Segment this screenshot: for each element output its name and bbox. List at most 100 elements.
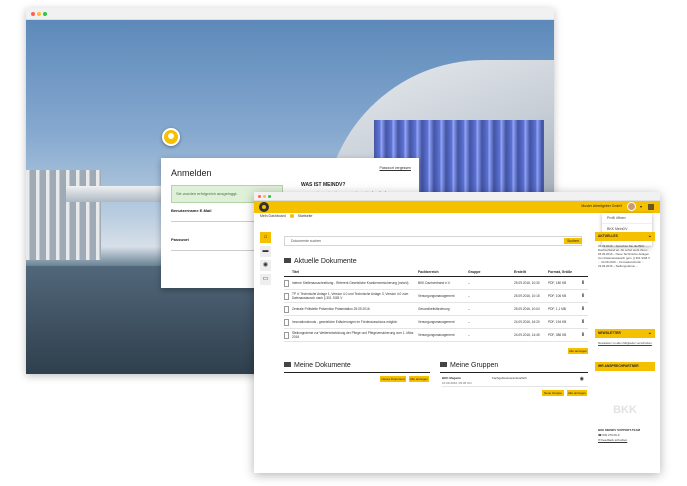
sidebar-title: IHR ANSPRECHPARTNER xyxy=(598,364,639,368)
download-icon[interactable]: ⬇ xyxy=(578,332,588,338)
table-row[interactable]: Interne Stellenausschreibung - Referent … xyxy=(284,277,588,290)
username-label: Benutzername E-Mail xyxy=(171,208,212,213)
apps-grid-icon[interactable] xyxy=(648,204,654,210)
aktuelle-dokumente-heading: Aktuelle Dokumente xyxy=(284,258,357,265)
download-icon[interactable]: ⬇ xyxy=(578,319,588,325)
close-dot[interactable] xyxy=(258,195,261,198)
column-header[interactable]: Erstellt xyxy=(514,270,548,276)
phone-number: 030 270 06-0 xyxy=(602,433,620,437)
building-left xyxy=(26,170,101,260)
new-document-button[interactable]: Neues Dokument xyxy=(380,376,406,382)
meine-dokumente-heading: Meine Dokumente xyxy=(284,362,351,369)
meine-gruppen-panel xyxy=(440,372,588,373)
sidebar-title: AKTUELLES xyxy=(598,234,618,238)
logo-icon[interactable] xyxy=(259,202,269,212)
chat-icon[interactable]: ▭ xyxy=(260,274,271,285)
newsletter-link[interactable]: Newsletter zu allen Mitglieder verschick… xyxy=(595,338,655,362)
download-icon[interactable]: ⬇ xyxy=(578,306,588,312)
close-dot[interactable] xyxy=(31,12,35,16)
window-chrome xyxy=(254,192,660,201)
group-meta: 10.09.2016, 09:45 Uhr xyxy=(442,381,472,385)
chevron-down-icon[interactable]: ⌄ xyxy=(648,329,652,338)
top-bar: Muster Arbeitgeber GmbH ▾ xyxy=(254,201,660,213)
table-row[interactable]: Zentrale Prüfstelle Prävention Präsentat… xyxy=(284,303,588,316)
search-button[interactable]: Suchen xyxy=(564,238,582,244)
newsletter-header[interactable]: NEWSLETTER ⌄ xyxy=(595,329,655,338)
eye-icon[interactable]: ◉ xyxy=(580,376,584,382)
doc-format: PDF, 180 KB xyxy=(548,281,567,285)
column-header[interactable]: Fachbereich xyxy=(418,270,468,276)
dashboard-window: Muster Arbeitgeber GmbH ▾ Mein Dashboard… xyxy=(254,192,660,473)
document-icon xyxy=(284,331,289,339)
column-header[interactable]: Titel xyxy=(292,270,418,276)
chevron-down-icon[interactable]: ▾ xyxy=(640,204,642,209)
doc-group: – xyxy=(468,294,470,298)
folder-icon[interactable]: ▬ xyxy=(260,246,271,257)
user-avatar[interactable] xyxy=(627,202,636,211)
breadcrumb-separator-icon xyxy=(289,214,294,219)
download-icon[interactable]: ⬇ xyxy=(578,293,588,299)
doc-group: – xyxy=(468,333,470,337)
group-status: Fachgebietsverantwortlich xyxy=(492,376,527,380)
doc-category: Versorgungsmanagement xyxy=(418,333,455,337)
doc-title[interactable]: Interne Stellenausschreibung - Referent … xyxy=(292,281,418,285)
meine-dokumente-panel xyxy=(284,372,430,373)
breadcrumb: Mein Dashboard Startseite xyxy=(260,214,313,219)
minimize-dot[interactable] xyxy=(263,195,266,198)
doc-date: 25.09.2016, 10:15 xyxy=(514,294,540,298)
breadcrumb-item[interactable]: Startseite xyxy=(298,214,313,218)
maximize-dot[interactable] xyxy=(43,12,47,16)
column-header[interactable]: Format, Größe xyxy=(548,270,578,276)
left-nav: ⌂ ▬ ◉ ▭ xyxy=(260,232,271,288)
group-row[interactable]: BKK Magazin 10.09.2016, 09:45 Uhr Fachge… xyxy=(442,375,588,387)
document-icon xyxy=(284,292,289,300)
group-name[interactable]: BKK Magazin xyxy=(442,376,461,380)
doc-date: 24.09.2016, 16:20 xyxy=(514,320,540,324)
doc-date: 24.09.2016, 14:45 xyxy=(514,333,540,337)
user-avatar-icon xyxy=(162,128,180,146)
login-title: Anmelden xyxy=(171,168,212,178)
sidebar-title: NEWSLETTER xyxy=(598,331,621,335)
table-row[interactable]: TP 4: Technische Anlage 1, Version 4.0 u… xyxy=(284,290,588,303)
info-heading: WAS IST MEINDV? xyxy=(301,182,346,188)
company-name[interactable]: Muster Arbeitgeber GmbH xyxy=(581,204,622,208)
doc-title[interactable]: TP 4: Technische Anlage 1, Version 4.0 u… xyxy=(292,292,418,300)
doc-title[interactable]: Innovationsfonds - gesetzliche Erläuteru… xyxy=(292,320,418,324)
new-group-button[interactable]: Neue Gruppe xyxy=(542,390,564,396)
support-box: BKK MEINDV SUPPORT-TEAM ☎ 030 270 06-0 ✉… xyxy=(598,428,654,443)
ansprechpartner-header[interactable]: IHR ANSPRECHPARTNER xyxy=(595,362,655,371)
chevron-down-icon[interactable]: ⌄ xyxy=(648,232,652,241)
table-row[interactable]: Innovationsfonds - gesetzliche Erläuteru… xyxy=(284,316,588,329)
table-header: Titel Fachbereich Gruppe Erstellt Format… xyxy=(284,270,588,277)
doc-group: – xyxy=(468,320,470,324)
home-icon[interactable]: ⌂ xyxy=(260,232,271,243)
search-button-wrap: Suchen xyxy=(564,238,582,244)
menu-item-profile[interactable]: Profil öffnen xyxy=(602,213,652,224)
doc-title[interactable]: Zentrale Prüfstelle Prävention Präsentat… xyxy=(292,307,418,311)
show-all-groups-button[interactable]: Alle anzeigen xyxy=(567,390,587,396)
bkk-watermark: BKK xyxy=(613,404,637,416)
eye-icon[interactable]: ◉ xyxy=(260,260,271,271)
aktuelles-text: 26.09.2016 – Sprechen Sie die BKK Dachve… xyxy=(598,244,651,268)
doc-category: Gesundheitsförderung xyxy=(418,307,450,311)
doc-title[interactable]: Stellungnahme zur Weiterentwicklung der … xyxy=(292,331,418,339)
window-chrome xyxy=(26,8,554,20)
table-row[interactable]: Stellungnahme zur Weiterentwicklung der … xyxy=(284,329,588,342)
group-icon xyxy=(440,362,447,367)
show-all-my-documents-button[interactable]: Alle anzeigen xyxy=(409,376,429,382)
download-icon[interactable]: ⬇ xyxy=(578,280,588,286)
search-input[interactable]: Dokumente suchen xyxy=(284,236,582,246)
doc-format: PDF, 1,1 MB xyxy=(548,307,566,311)
show-all-documents-button[interactable]: Alle anzeigen xyxy=(568,348,588,354)
aktuelles-header[interactable]: AKTUELLES ⌄ xyxy=(595,232,655,241)
minimize-dot[interactable] xyxy=(37,12,41,16)
forgot-password-link[interactable]: Passwort vergessen xyxy=(379,166,411,170)
doc-group: – xyxy=(468,281,470,285)
document-icon xyxy=(284,279,289,287)
breadcrumb-item[interactable]: Mein Dashboard xyxy=(260,214,286,218)
section-title: Meine Dokumente xyxy=(294,362,351,369)
feedback-link[interactable]: ✉ Feedback schreiben xyxy=(598,438,654,443)
section-title: Meine Gruppen xyxy=(450,362,499,369)
column-header[interactable]: Gruppe xyxy=(468,270,514,276)
maximize-dot[interactable] xyxy=(268,195,271,198)
